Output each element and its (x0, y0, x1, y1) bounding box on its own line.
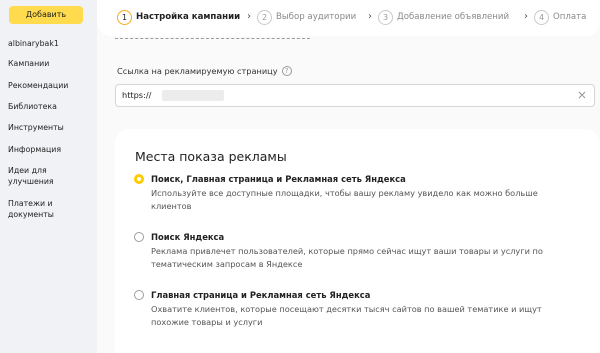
sidebar-item-library[interactable]: Библиотека (8, 101, 94, 112)
question-circle-icon[interactable]: ? (281, 66, 292, 76)
step-number: 1 (117, 9, 132, 25)
add-button[interactable]: Добавить (9, 6, 83, 24)
chevron-right-icon: › (524, 11, 528, 22)
step-label: Выбор аудитории (276, 12, 357, 22)
option-description: Охватите клиентов, которые посещают деся… (151, 304, 542, 327)
step-label: Оплата (553, 12, 587, 22)
placement-option-network[interactable]: Главная страница и Рекламная сеть Яндекс… (134, 289, 574, 333)
option-title: Поиск Яндекса (151, 232, 225, 242)
sidebar-item-payments[interactable]: Платежи и документы (8, 198, 68, 220)
url-input-value: https:// (122, 90, 152, 100)
divider (115, 38, 310, 39)
placements-title: Места показа рекламы (135, 149, 287, 164)
step-number: 2 (257, 9, 272, 25)
step-label: Добавление объявлений (397, 12, 510, 22)
chevron-right-icon: › (247, 11, 251, 22)
step-payment[interactable]: 4 Оплата (534, 9, 586, 25)
sidebar-item-ideas[interactable]: Идеи для улучшения (8, 165, 68, 187)
radio-button[interactable] (134, 232, 144, 242)
sidebar-item-recommendations[interactable]: Рекомендации (8, 80, 94, 91)
step-campaign-settings[interactable]: 1 Настройка кампании (117, 9, 240, 25)
step-number: 3 (378, 9, 393, 25)
radio-button-checked[interactable] (134, 174, 144, 184)
sidebar-item-tools[interactable]: Инструменты (8, 122, 94, 133)
url-field-label-text: Ссылка на рекламируемую страницу (117, 66, 278, 76)
sidebar: Добавить albinarybak1 Кампании Рекоменда… (0, 0, 97, 353)
step-audience[interactable]: 2 Выбор аудитории (257, 9, 356, 25)
sidebar-item-account[interactable]: albinarybak1 (8, 38, 94, 49)
option-title: Главная страница и Рекламная сеть Яндекс… (151, 290, 371, 300)
placement-option-search[interactable]: Поиск Яндекса Реклама привлечет пользова… (134, 231, 574, 275)
placements-card: Места показа рекламы Поиск, Главная стра… (115, 129, 600, 353)
url-field-label: Ссылка на рекламируемую страницу ? (117, 66, 292, 76)
step-progress-bar: 1 Настройка кампании › 2 Выбор аудитории… (97, 0, 600, 36)
step-number: 4 (534, 9, 549, 25)
sidebar-item-information[interactable]: Информация (8, 144, 94, 155)
url-input[interactable]: https:// (115, 84, 595, 107)
url-redacted-text (162, 90, 224, 101)
main-content: 1 Настройка кампании › 2 Выбор аудитории… (97, 0, 600, 353)
step-ads[interactable]: 3 Добавление объявлений (378, 9, 509, 25)
option-description: Используйте все доступные площадки, чтоб… (151, 188, 538, 211)
chevron-right-icon: › (368, 11, 372, 22)
radio-button[interactable] (134, 290, 144, 300)
option-description: Реклама привлечет пользователей, которые… (151, 246, 543, 269)
close-icon[interactable] (577, 90, 587, 100)
sidebar-item-campaigns[interactable]: Кампании (8, 58, 94, 69)
step-label: Настройка кампании (136, 12, 241, 22)
option-title: Поиск, Главная страница и Рекламная сеть… (151, 174, 406, 184)
placement-option-all[interactable]: Поиск, Главная страница и Рекламная сеть… (134, 173, 574, 217)
